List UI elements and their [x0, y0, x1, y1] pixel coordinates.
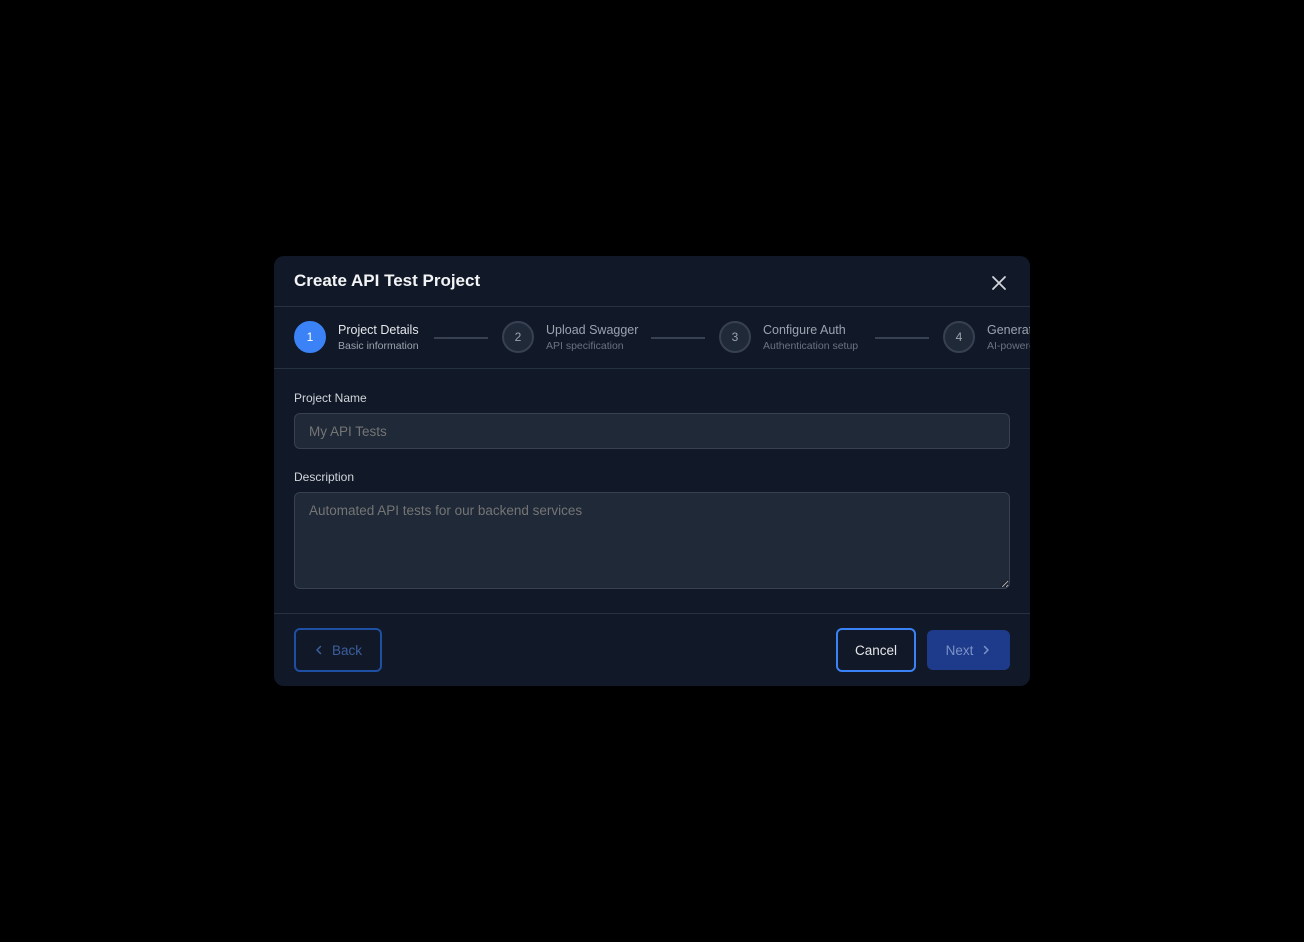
description-textarea[interactable] [294, 492, 1010, 589]
step-connector [434, 337, 488, 339]
step-subtitle: AI-powered [987, 340, 1030, 352]
back-button-label: Back [331, 642, 362, 658]
step-title: Project Details [338, 323, 419, 337]
step-subtitle: API specification [546, 340, 624, 352]
modal-title: Create API Test Project [294, 271, 481, 290]
cancel-button[interactable]: Cancel [836, 628, 916, 672]
stepper: 1 Project Details Basic information 2 Up… [274, 307, 1030, 369]
step-connector [651, 337, 705, 339]
step-number: 1 [294, 321, 326, 353]
next-button-label: Next [945, 642, 974, 658]
step-title: Generate [987, 323, 1030, 337]
step-number: 4 [943, 321, 975, 353]
step-subtitle: Authentication setup [763, 340, 859, 352]
step-subtitle: Basic information [338, 340, 419, 352]
chevron-left-icon [316, 645, 322, 655]
close-icon [992, 276, 1006, 290]
next-button[interactable]: Next [927, 630, 1010, 670]
step-number: 2 [502, 321, 534, 353]
close-button[interactable] [988, 272, 1010, 294]
step-number: 3 [719, 321, 751, 353]
project-name-input[interactable] [294, 413, 1010, 449]
back-button[interactable]: Back [294, 628, 382, 672]
step-connector [875, 337, 929, 339]
step-title: Upload Swagger [546, 323, 639, 337]
description-label: Description [294, 470, 355, 484]
step-title: Configure Auth [763, 323, 846, 337]
form-body: Project Name Description [274, 369, 1030, 614]
create-project-modal: Create API Test Project 1 Project Detail… [274, 256, 1030, 686]
modal-footer: Back Cancel Next [274, 614, 1030, 686]
project-name-label: Project Name [294, 391, 367, 405]
cancel-button-label: Cancel [854, 642, 898, 658]
chevron-right-icon [984, 645, 990, 655]
modal-header: Create API Test Project [274, 256, 1030, 307]
